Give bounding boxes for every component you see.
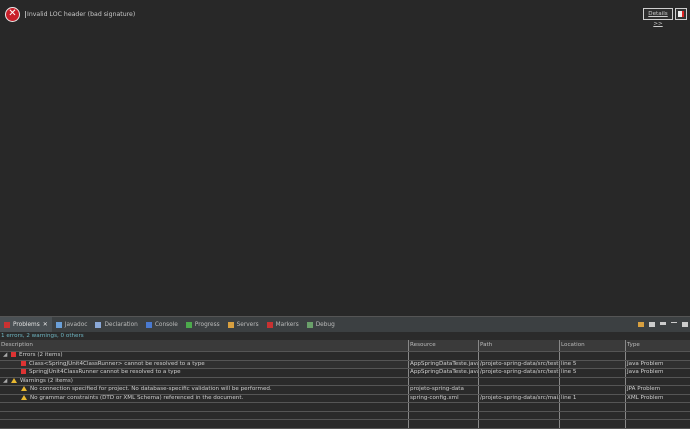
cell-path: /projeto-spring-data/src/test... [480,369,560,377]
tab-label: Markers [275,321,299,328]
view-menu-icon[interactable] [660,322,666,325]
table-row[interactable]: Class<SpringJUnit4ClassRunner> cannot be… [0,360,690,369]
tab-label: Progress [194,321,220,328]
cell-location: line 5 [560,369,626,377]
tab-markers[interactable]: Markers [263,317,303,333]
filter-icon[interactable] [638,322,644,327]
tab-label: Debug [315,321,335,328]
column-type[interactable]: Type [626,340,690,351]
description-text: Errors (2 items) [19,352,63,358]
minimize-icon[interactable] [671,322,677,323]
cell-description: ◢ Errors (2 items) [0,352,409,360]
console-icon [145,321,152,328]
markers-icon [266,321,273,328]
tab-problems[interactable]: Problems ✕ [0,316,52,333]
cell-description: ◢ Warnings (2 items) [0,377,409,386]
javadoc-icon [55,321,62,328]
empty-row [0,411,690,420]
problems-table: Description Resource Path Location Type … [0,340,690,429]
cell-type: Java Problem [627,360,664,367]
warning-icon [21,386,27,391]
cell-type: JPA Problem [627,386,661,392]
description-text: Warnings (2 items) [20,377,73,384]
cell-resource [409,352,479,360]
declaration-icon [95,321,102,328]
empty-row [0,403,690,412]
cell-type: Java Problem [627,369,664,375]
tab-debug[interactable]: Debug [303,317,339,333]
description-text: SpringJUnit4ClassRunner cannot be resolv… [29,369,181,375]
cell-path [479,352,560,360]
table-row[interactable]: No connection specified for project. No … [0,386,690,395]
description-text: Class<SpringJUnit4ClassRunner> cannot be… [29,360,205,367]
view-toolbar [638,322,688,327]
error-message: Invalid LOC header (bad signature) [25,11,136,18]
column-description[interactable]: Description [0,340,409,351]
report-button[interactable] [675,8,687,20]
cell-description: SpringJUnit4ClassRunner cannot be resolv… [0,369,409,377]
tab-label: Servers [236,321,259,328]
cell-path [479,377,560,385]
error-icon [11,352,16,357]
tab-progress[interactable]: Progress [182,317,224,333]
progress-icon [185,321,192,328]
table-row[interactable]: No grammar constraints (DTD or XML Schem… [0,394,690,403]
error-icon: ✕ [5,7,20,22]
table-row[interactable]: SpringJUnit4ClassRunner cannot be resolv… [0,369,690,378]
cell-type [626,352,690,360]
warning-icon [11,377,17,383]
cell-path: /projeto-spring-data/src/test... [480,360,560,368]
maximize-icon[interactable] [682,322,688,327]
group-row[interactable]: ◢ Warnings (2 items) [0,377,690,386]
cell-path: /projeto-spring-data/src/mai... [480,394,560,402]
cell-location: line 5 [560,360,626,368]
cell-location [560,386,626,394]
error-icon [21,360,26,366]
report-icon [678,11,684,17]
servers-icon [227,321,234,328]
tab-label: Javadoc [64,321,88,328]
cell-location [560,377,626,385]
tab-console[interactable]: Console [142,317,182,333]
cell-resource: AppSpringDataTeste.java [410,369,479,377]
cell-resource: AppSpringDataTeste.java [410,360,479,368]
expand-toggle-icon[interactable]: ◢ [1,352,8,360]
problems-icon [4,321,10,328]
tab-label: Declaration [104,321,138,328]
tab-servers[interactable]: Servers [224,317,263,333]
group-row[interactable]: ◢ Errors (2 items) [0,352,690,361]
column-location[interactable]: Location [560,340,626,351]
expand-toggle-icon[interactable]: ◢ [1,378,8,386]
cell-location: line 1 [560,394,626,402]
cell-description: No grammar constraints (DTD or XML Schem… [0,394,409,402]
cell-type: XML Problem [627,394,664,401]
cell-type [626,378,690,386]
tab-label: Console [154,321,178,328]
cell-path [479,386,560,394]
tab-javadoc[interactable]: Javadoc [52,317,92,333]
tab-declaration[interactable]: Declaration [91,317,141,333]
cell-description: Class<SpringJUnit4ClassRunner> cannot be… [0,360,409,368]
description-text: No connection specified for project. No … [30,386,272,392]
view-tabs: Problems ✕ Javadoc Declaration Console Progre… [0,316,690,333]
column-resource[interactable]: Resource [409,340,479,351]
details-button[interactable]: Details >> [643,8,673,27]
cell-resource [409,377,479,385]
collapse-icon[interactable] [649,322,655,327]
cell-resource: spring-config.xml [409,394,479,402]
problems-summary: 1 errors, 2 warnings, 0 others [0,332,690,340]
description-text: No grammar constraints (DTD or XML Schem… [30,394,244,401]
error-icon [21,369,26,374]
error-dialog: ✕ Invalid LOC header (bad signature) Det… [0,0,690,316]
warning-icon [21,394,27,400]
cell-description: No connection specified for project. No … [0,386,409,394]
cell-resource: projeto-spring-data [409,386,479,394]
table-header: Description Resource Path Location Type [0,340,690,352]
cell-location [560,352,626,360]
tab-label: Problems [13,321,40,328]
debug-icon [306,321,313,328]
close-icon[interactable]: ✕ [43,321,48,328]
column-path[interactable]: Path [479,340,560,351]
empty-row [0,420,690,429]
